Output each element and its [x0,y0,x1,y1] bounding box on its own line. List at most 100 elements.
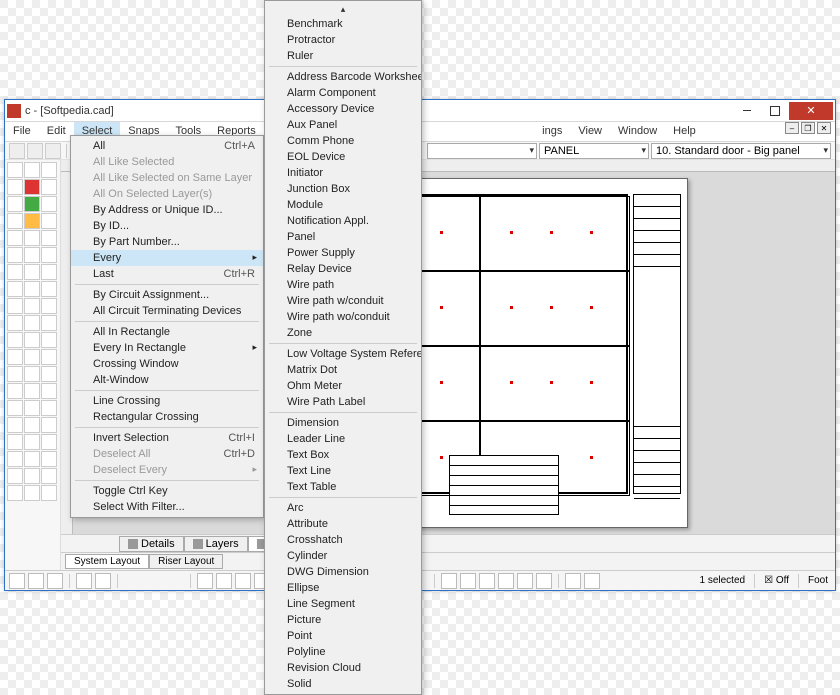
zoom-icon[interactable] [498,573,514,589]
every-wire-path-w-conduit[interactable]: Wire path w/conduit [265,293,421,309]
select-all[interactable]: AllCtrl+A [71,138,263,154]
tool-button[interactable] [7,417,23,433]
every-zone[interactable]: Zone [265,325,421,341]
zoom-icon[interactable] [441,573,457,589]
zoom-icon[interactable] [460,573,476,589]
every-ellipse[interactable]: Ellipse [265,580,421,596]
tool-button[interactable] [24,298,40,314]
select-by-id-[interactable]: By ID... [71,218,263,234]
tool-button[interactable] [7,162,23,178]
zoom-icon[interactable] [517,573,533,589]
tool-button[interactable] [24,162,40,178]
every-attribute[interactable]: Attribute [265,516,421,532]
tool-button[interactable] [7,247,23,263]
every-wire-path-label[interactable]: Wire Path Label [265,394,421,410]
status-btn[interactable] [47,573,63,589]
tool-button[interactable] [24,230,40,246]
mdi-close[interactable]: ✕ [817,122,831,134]
tool-button[interactable] [41,298,57,314]
every-ohm-meter[interactable]: Ohm Meter [265,378,421,394]
tool-button[interactable] [41,349,57,365]
tool-button[interactable] [24,179,40,195]
tool-button[interactable] [24,434,40,450]
menu-window[interactable]: Window [610,122,665,141]
tool-button[interactable] [41,485,57,501]
select-by-address-or-unique-id-[interactable]: By Address or Unique ID... [71,202,263,218]
every-relay-device[interactable]: Relay Device [265,261,421,277]
every-revision-cloud[interactable]: Revision Cloud [265,660,421,676]
tool-button[interactable] [7,349,23,365]
save-icon[interactable] [45,143,61,159]
tool-button[interactable] [24,264,40,280]
tab-riser-layout[interactable]: Riser Layout [149,554,223,569]
combo-device[interactable]: PANEL [539,143,649,159]
select-by-circuit-assignment-[interactable]: By Circuit Assignment... [71,287,263,303]
tool-button[interactable] [7,196,23,212]
combo-1[interactable] [427,143,537,159]
tool-button[interactable] [7,485,23,501]
tool-button[interactable] [7,298,23,314]
close-button[interactable] [789,102,833,120]
every-arc[interactable]: Arc [265,500,421,516]
tool-button[interactable] [24,247,40,263]
open-icon[interactable] [27,143,43,159]
tool-button[interactable] [24,281,40,297]
tool-button[interactable] [24,383,40,399]
tool-button[interactable] [24,315,40,331]
status-btn[interactable] [197,573,213,589]
every-dimension[interactable]: Dimension [265,415,421,431]
select-invert-selection[interactable]: Invert SelectionCtrl+I [71,430,263,446]
combo-part[interactable]: 10. Standard door - Big panel [651,143,831,159]
tool-button[interactable] [41,451,57,467]
every-solid[interactable]: Solid [265,676,421,692]
tool-button[interactable] [41,332,57,348]
tool-button[interactable] [24,417,40,433]
every-polyline[interactable]: Polyline [265,644,421,660]
tool-button[interactable] [24,485,40,501]
tool-button[interactable] [7,434,23,450]
tool-button[interactable] [24,332,40,348]
every-aux-panel[interactable]: Aux Panel [265,117,421,133]
tool-button[interactable] [7,332,23,348]
tool-button[interactable] [41,434,57,450]
select-crossing-window[interactable]: Crossing Window [71,356,263,372]
every-leader-line[interactable]: Leader Line [265,431,421,447]
select-toggle-ctrl-key[interactable]: Toggle Ctrl Key [71,483,263,499]
tool-button[interactable] [41,383,57,399]
tool-button[interactable] [7,213,23,229]
every-text-table[interactable]: Text Table [265,479,421,495]
every-matrix-dot[interactable]: Matrix Dot [265,362,421,378]
minimize-button[interactable] [733,102,761,120]
tool-button[interactable] [24,213,40,229]
zoom-icon[interactable] [479,573,495,589]
status-btn[interactable] [216,573,232,589]
select-every[interactable]: Every▸ [71,250,263,266]
pan-icon[interactable] [584,573,600,589]
every-module[interactable]: Module [265,197,421,213]
select-all-circuit-terminating-devices[interactable]: All Circuit Terminating Devices [71,303,263,319]
status-mode2[interactable]: Foot [805,575,831,586]
tool-button[interactable] [7,179,23,195]
tool-button[interactable] [41,196,57,212]
menu-edit[interactable]: Edit [39,122,74,141]
tool-button[interactable] [24,400,40,416]
menu-scroll-up[interactable]: ▴ [265,3,421,16]
status-mode1[interactable]: ☒ Off [761,575,792,586]
select-by-part-number-[interactable]: By Part Number... [71,234,263,250]
menu-ings[interactable]: ings [534,122,570,141]
tool-button[interactable] [41,417,57,433]
tool-button[interactable] [41,213,57,229]
tab-details[interactable]: Details [119,536,184,552]
every-notification-appl-[interactable]: Notification Appl. [265,213,421,229]
select-last[interactable]: LastCtrl+R [71,266,263,282]
tool-button[interactable] [7,264,23,280]
select-all-in-rectangle[interactable]: All In Rectangle [71,324,263,340]
tab-layers[interactable]: Layers [184,536,248,552]
mdi-minimize[interactable]: – [785,122,799,134]
every-benchmark[interactable]: Benchmark [265,16,421,32]
tool-button[interactable] [41,315,57,331]
every-power-supply[interactable]: Power Supply [265,245,421,261]
tool-button[interactable] [7,366,23,382]
every-address-barcode-worksheet[interactable]: Address Barcode Worksheet [265,69,421,85]
tool-button[interactable] [24,451,40,467]
